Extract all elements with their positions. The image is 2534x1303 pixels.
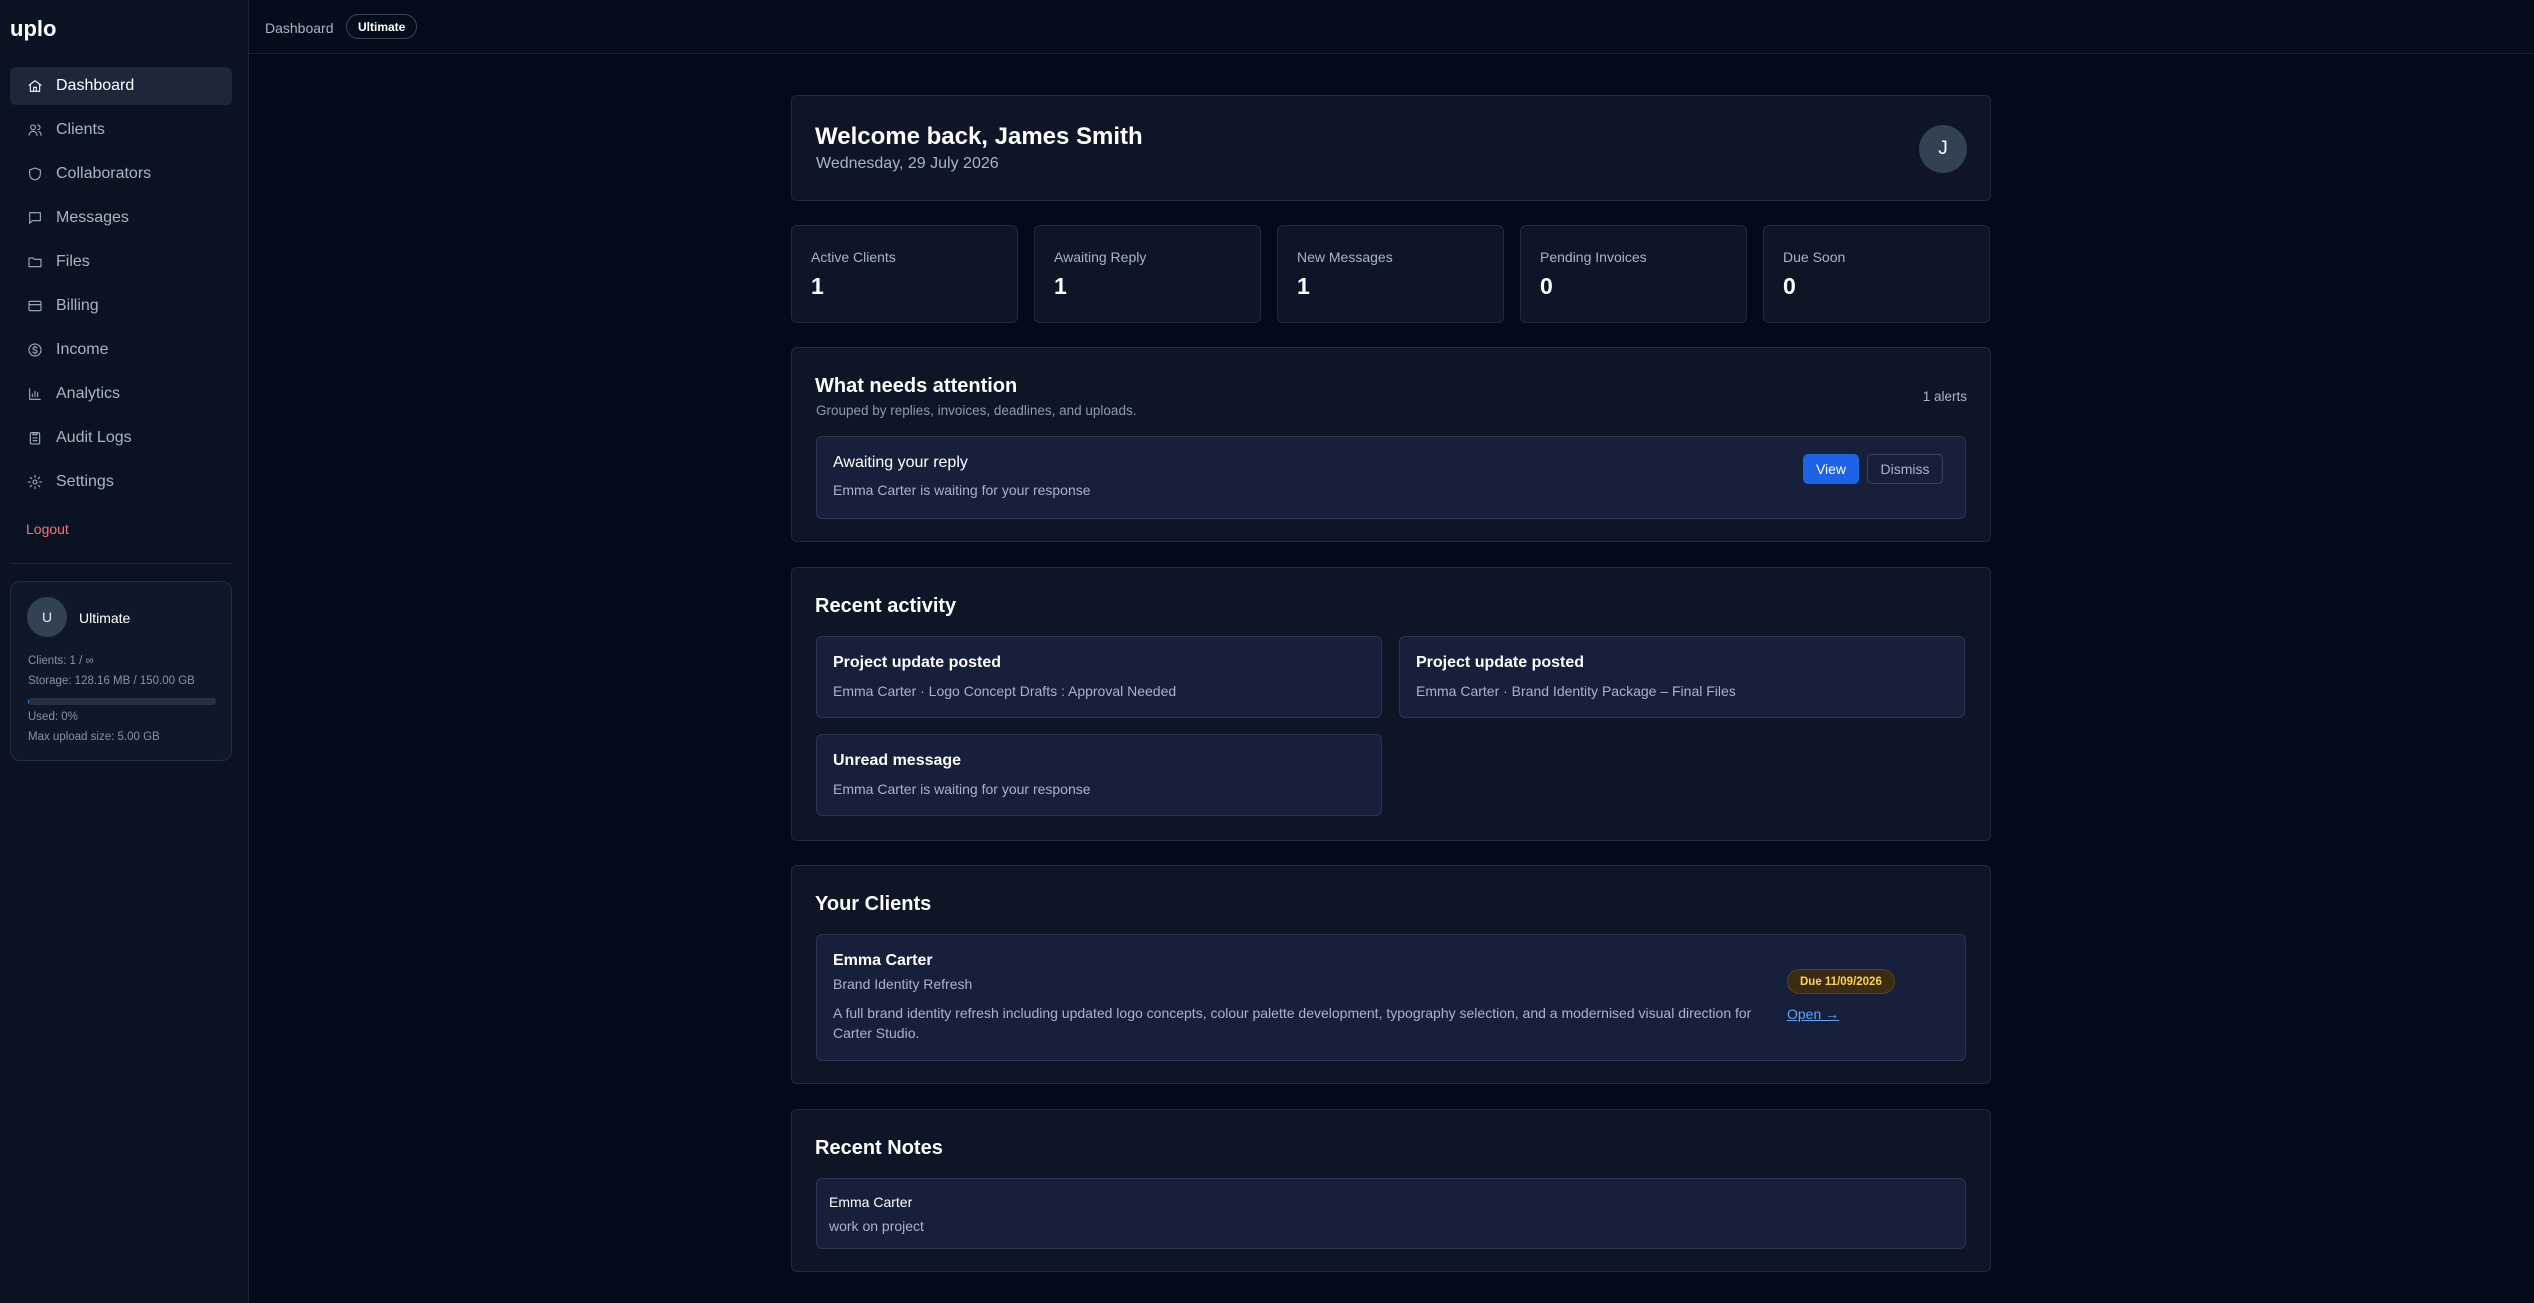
- logout-link[interactable]: Logout: [26, 521, 69, 537]
- stat-value: 1: [1297, 273, 1310, 299]
- stat-value: 1: [1054, 273, 1067, 299]
- stat-label: Awaiting Reply: [1054, 249, 1147, 265]
- stat-label: Due Soon: [1783, 249, 1846, 265]
- activity-description: Emma Carter · Brand Identity Package – F…: [1416, 683, 1736, 699]
- recent-activity-section: Recent activity Project update posted Em…: [791, 567, 1991, 841]
- view-button[interactable]: View: [1803, 454, 1859, 484]
- section-title: Your Clients: [815, 893, 932, 915]
- credit-card-icon: [26, 297, 44, 315]
- current-date: Wednesday, 29 July 2026: [816, 155, 999, 172]
- sidebar-nav: Dashboard Clients Collaborators Messages…: [10, 67, 232, 507]
- app-logo[interactable]: uplo: [10, 16, 56, 42]
- plan-card: U Ultimate Clients: 1 / ∞ Storage: 128.1…: [10, 581, 232, 761]
- open-client-link[interactable]: Open →: [1787, 1006, 1839, 1022]
- activity-title: Project update posted: [1416, 654, 1585, 671]
- recent-notes-section: Recent Notes Emma Carter work on project: [791, 1109, 1991, 1272]
- dollar-circle-icon: [26, 341, 44, 359]
- alert-description: Emma Carter is waiting for your response: [833, 482, 1091, 498]
- sidebar-item-analytics[interactable]: Analytics: [10, 375, 232, 413]
- activity-description: Emma Carter · Logo Concept Drafts : Appr…: [833, 683, 1177, 699]
- welcome-card: Welcome back, James Smith Wednesday, 29 …: [791, 95, 1991, 201]
- sidebar-item-label: Billing: [56, 297, 99, 314]
- message-icon: [26, 209, 44, 227]
- sidebar-item-dashboard[interactable]: Dashboard: [10, 67, 232, 105]
- stat-value: 1: [811, 273, 824, 299]
- sidebar: uplo Dashboard Clients Collaborators Mes…: [0, 0, 249, 1303]
- alert-title: Awaiting your reply: [833, 454, 968, 471]
- breadcrumb[interactable]: Dashboard: [265, 20, 334, 36]
- page-title: Welcome back, James Smith: [815, 123, 1143, 150]
- sidebar-divider: [10, 563, 232, 564]
- activity-item[interactable]: Project update posted Emma Carter · Bran…: [1399, 636, 1965, 718]
- section-title: Recent activity: [815, 595, 957, 617]
- sidebar-item-label: Collaborators: [56, 165, 152, 182]
- client-project: Brand Identity Refresh: [833, 976, 973, 992]
- clipboard-icon: [26, 429, 44, 447]
- sidebar-item-label: Files: [56, 253, 90, 270]
- plan-max-upload: Max upload size: 5.00 GB: [28, 731, 160, 743]
- bar-chart-icon: [26, 385, 44, 403]
- sidebar-item-label: Income: [56, 341, 109, 358]
- client-name: Emma Carter: [833, 952, 933, 969]
- sidebar-item-files[interactable]: Files: [10, 243, 232, 281]
- client-card: Emma Carter Brand Identity Refresh A ful…: [816, 934, 1966, 1061]
- activity-title: Unread message: [833, 752, 962, 769]
- sidebar-item-collaborators[interactable]: Collaborators: [10, 155, 232, 193]
- stat-label: New Messages: [1297, 249, 1393, 265]
- note-text: work on project: [829, 1218, 924, 1234]
- sidebar-item-label: Analytics: [56, 385, 121, 402]
- due-date-badge: Due 11/09/2026: [1787, 969, 1895, 994]
- sidebar-item-billing[interactable]: Billing: [10, 287, 232, 325]
- sidebar-item-label: Settings: [56, 473, 114, 490]
- sidebar-item-label: Audit Logs: [56, 429, 132, 446]
- activity-item[interactable]: Project update posted Emma Carter · Logo…: [816, 636, 1382, 718]
- activity-title: Project update posted: [833, 654, 1002, 671]
- stat-value: 0: [1540, 273, 1553, 299]
- stat-card-due-soon: Due Soon 0: [1763, 225, 1990, 323]
- stat-value: 0: [1783, 273, 1796, 299]
- note-item[interactable]: Emma Carter work on project: [816, 1178, 1966, 1249]
- topbar: Dashboard Ultimate: [249, 0, 2534, 54]
- stat-card-active-clients: Active Clients 1: [791, 225, 1018, 323]
- alert-item: Awaiting your reply Emma Carter is waiti…: [816, 436, 1966, 519]
- sidebar-item-settings[interactable]: Settings: [10, 463, 232, 501]
- section-title: Recent Notes: [815, 1137, 943, 1159]
- sidebar-item-messages[interactable]: Messages: [10, 199, 232, 237]
- section-subtitle: Grouped by replies, invoices, deadlines,…: [816, 403, 1137, 418]
- activity-item[interactable]: Unread message Emma Carter is waiting fo…: [816, 734, 1382, 816]
- your-clients-section: Your Clients Emma Carter Brand Identity …: [791, 865, 1991, 1084]
- gear-icon: [26, 473, 44, 491]
- users-icon: [26, 121, 44, 139]
- stat-card-pending-invoices: Pending Invoices 0: [1520, 225, 1747, 323]
- dismiss-button[interactable]: Dismiss: [1867, 454, 1943, 484]
- avatar: U: [27, 597, 67, 637]
- plan-storage: Storage: 128.16 MB / 150.00 GB: [28, 675, 195, 687]
- folder-icon: [26, 253, 44, 271]
- avatar[interactable]: J: [1919, 125, 1967, 173]
- plan-name: Ultimate: [79, 610, 131, 626]
- attention-section: What needs attention Grouped by replies,…: [791, 347, 1991, 542]
- note-author: Emma Carter: [829, 1194, 913, 1210]
- client-description: A full brand identity refresh including …: [833, 1005, 1752, 1041]
- activity-description: Emma Carter is waiting for your response: [833, 781, 1091, 797]
- home-icon: [26, 77, 44, 95]
- section-title: What needs attention: [815, 375, 1018, 397]
- plan-badge: Ultimate: [346, 14, 418, 39]
- sidebar-item-label: Clients: [56, 121, 105, 138]
- storage-progress-bar: [28, 698, 216, 705]
- sidebar-item-income[interactable]: Income: [10, 331, 232, 369]
- alert-count: 1 alerts: [1922, 389, 1967, 404]
- stat-label: Active Clients: [811, 249, 896, 265]
- plan-clients: Clients: 1 / ∞: [28, 655, 94, 667]
- sidebar-item-label: Dashboard: [56, 77, 135, 94]
- shield-icon: [26, 165, 44, 183]
- stat-label: Pending Invoices: [1540, 249, 1647, 265]
- stat-card-awaiting-reply: Awaiting Reply 1: [1034, 225, 1261, 323]
- stat-card-new-messages: New Messages 1: [1277, 225, 1504, 323]
- sidebar-item-audit-logs[interactable]: Audit Logs: [10, 419, 232, 457]
- sidebar-item-label: Messages: [56, 209, 129, 226]
- sidebar-item-clients[interactable]: Clients: [10, 111, 232, 149]
- plan-used: Used: 0%: [28, 711, 78, 723]
